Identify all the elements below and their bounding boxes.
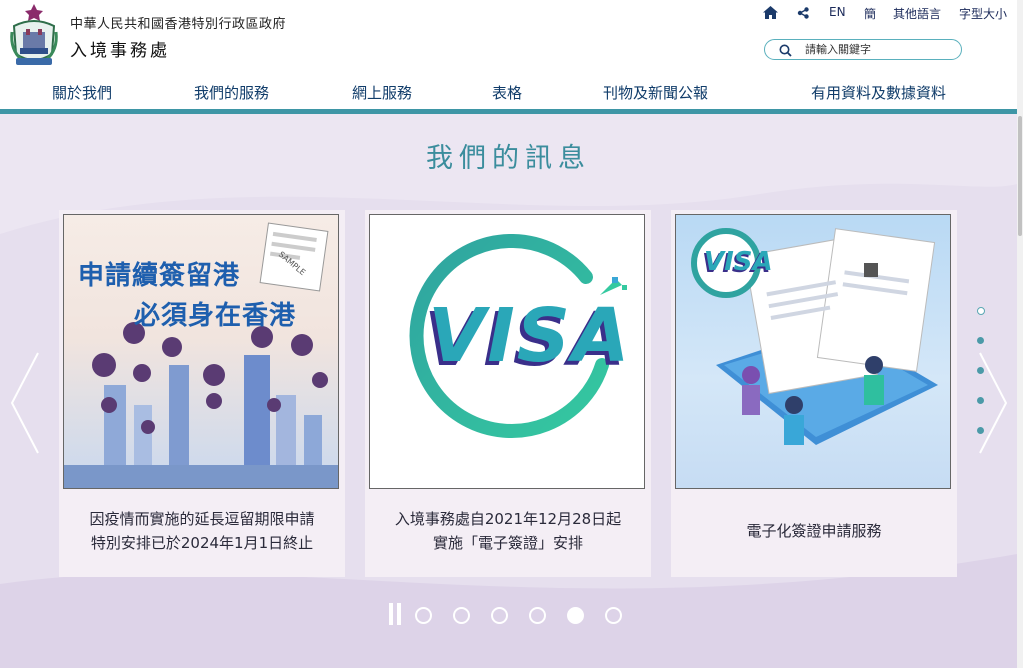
nav-useful-info-statistics[interactable]: 有用資料及數據資料 <box>811 82 946 103</box>
hksar-emblem-logo[interactable] <box>8 2 60 68</box>
side-indicator-dot-2[interactable] <box>977 337 984 344</box>
department-name[interactable]: 入境事務處 <box>70 36 170 61</box>
page-scrollbar-thumb[interactable] <box>1018 116 1022 236</box>
side-indicator-dot-1[interactable] <box>977 307 985 315</box>
card-2-caption-line1: 入境事務處自2021年12月28日起 <box>394 510 622 528</box>
side-indicator-dot-4[interactable] <box>977 397 984 404</box>
side-indicator-dot-5[interactable] <box>977 427 984 434</box>
site-header: 中華人民共和國香港特別行政區政府 入境事務處 EN 簡 其他語言 字型大小 關於… <box>0 0 1017 110</box>
carousel-page-dot-5-active[interactable] <box>567 607 584 624</box>
nav-online-services[interactable]: 網上服務 <box>352 82 412 103</box>
carousel-page-dot-6[interactable] <box>605 607 622 624</box>
pause-icon[interactable] <box>388 602 402 626</box>
message-card-3[interactable]: VISA 電子化簽證申請服務 <box>671 210 957 577</box>
card-1-image-title-line2: 必須身在香港 <box>134 301 297 331</box>
card-1-caption-line2: 特別安排已於2024年1月1日終止 <box>90 534 314 552</box>
card-1-image-title-line1: 申請續簽留港 <box>78 261 241 291</box>
card-2-caption[interactable]: 入境事務處自2021年12月28日起 實施「電子簽證」安排 <box>371 490 645 572</box>
card-1-caption[interactable]: 因疫情而實施的延長逗留期限申請 特別安排已於2024年1月1日終止 <box>65 490 339 572</box>
card-2-caption-line2: 實施「電子簽證」安排 <box>432 534 583 552</box>
carousel-page-dot-3[interactable] <box>491 607 508 624</box>
card-2-logo-text: VISA <box>428 293 632 379</box>
other-languages-link[interactable]: 其他語言 <box>893 5 941 22</box>
carousel-page-dot-2[interactable] <box>453 607 470 624</box>
side-indicator-dot-3[interactable] <box>977 367 984 374</box>
card-3-caption[interactable]: 電子化簽證申請服務 <box>677 490 951 572</box>
simplified-chinese-link[interactable]: 簡 <box>864 5 876 22</box>
nav-publications-press[interactable]: 刊物及新聞公報 <box>603 82 708 103</box>
page-scrollbar[interactable] <box>1017 0 1023 668</box>
home-icon[interactable] <box>763 6 778 19</box>
messages-section: 我們的訊息 申請續簽留港 必須身在香港 SAMPLE 因疫情而實施的延長逗留期限… <box>0 114 1017 668</box>
english-language-link[interactable]: EN <box>829 5 846 19</box>
card-1-caption-line1: 因疫情而實施的延長逗留期限申請 <box>89 510 315 528</box>
government-name: 中華人民共和國香港特別行政區政府 <box>70 17 287 32</box>
carousel-prev-arrow-icon[interactable] <box>10 351 40 455</box>
card-3-caption-line1: 電子化簽證申請服務 <box>746 522 882 540</box>
nav-forms[interactable]: 表格 <box>492 82 522 103</box>
font-size-link[interactable]: 字型大小 <box>959 5 1007 22</box>
nav-about-us[interactable]: 關於我們 <box>52 82 112 103</box>
search-icon[interactable] <box>779 44 792 57</box>
search-input[interactable] <box>805 41 955 58</box>
nav-our-services[interactable]: 我們的服務 <box>194 82 269 103</box>
card-3-logo-text: VISA <box>704 247 773 277</box>
message-card-2[interactable]: VISA 入境事務處自2021年12月28日起 實施「電子簽證」安排 <box>365 210 651 577</box>
card-2-image[interactable]: VISA <box>369 214 645 489</box>
card-3-image[interactable]: VISA <box>675 214 951 489</box>
card-1-image[interactable]: 申請續簽留港 必須身在香港 SAMPLE <box>63 214 339 489</box>
section-title: 我們的訊息 <box>426 143 591 174</box>
search-box[interactable] <box>764 39 962 60</box>
share-icon[interactable] <box>797 7 809 19</box>
carousel-page-dot-4[interactable] <box>529 607 546 624</box>
message-card-1[interactable]: 申請續簽留港 必須身在香港 SAMPLE 因疫情而實施的延長逗留期限申請 特別安… <box>59 210 345 577</box>
carousel-page-dot-1[interactable] <box>415 607 432 624</box>
